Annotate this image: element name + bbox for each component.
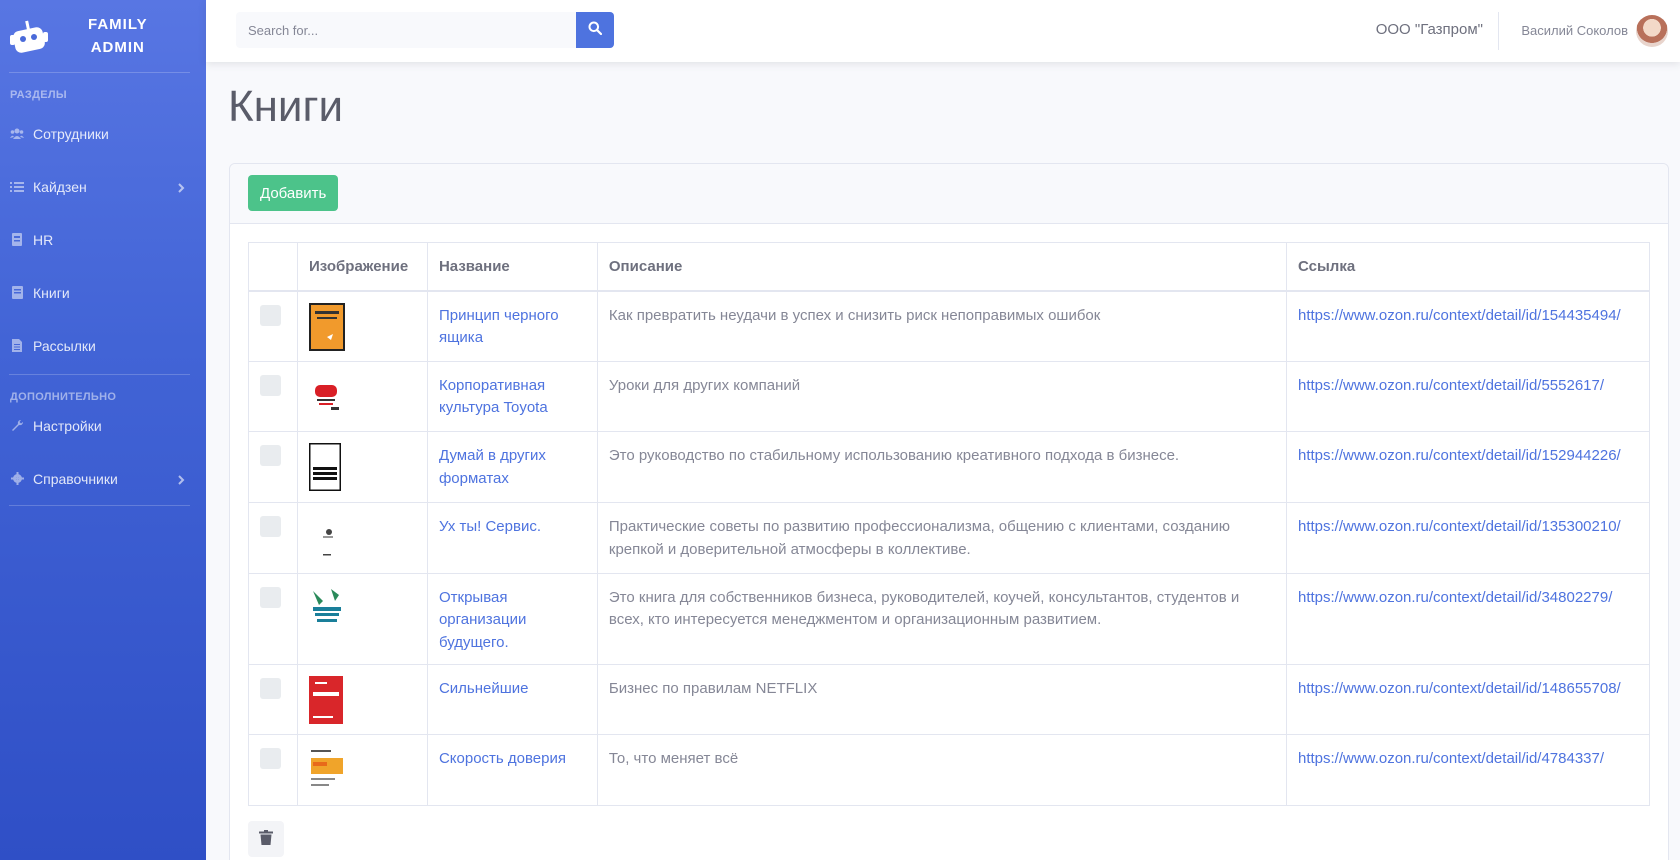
sidebar-item-settings[interactable]: Настройки: [0, 399, 206, 452]
chevron-right-icon: [175, 473, 187, 485]
topbar-divider: [1498, 12, 1499, 50]
column-header-title: Название: [426, 242, 598, 292]
book-description: Это книга для собственников бизнеса, рук…: [596, 572, 1288, 665]
users-icon: [10, 127, 24, 141]
sidebar-item-label: Справочники: [33, 470, 118, 487]
sidebar-item-label: HR: [33, 231, 54, 248]
book-url-link[interactable]: https://www.ozon.ru/context/detail/id/47…: [1298, 750, 1604, 767]
file-icon: [10, 339, 24, 353]
row-checkbox[interactable]: [260, 516, 281, 538]
book-url-link[interactable]: https://www.ozon.ru/context/detail/id/15…: [1298, 447, 1621, 464]
table-header-row: Изображение Название Описание Ссылка: [248, 242, 1650, 292]
book-cover-image[interactable]: [308, 302, 416, 351]
book-cover-image[interactable]: [308, 514, 416, 563]
column-header-link: Ссылка: [1286, 242, 1650, 292]
row-checkbox[interactable]: [260, 304, 281, 326]
table-row: Думай в других форматах Это руководство …: [248, 431, 1650, 504]
table-row: Корпоративная культура Toyota Уроки для …: [248, 360, 1650, 433]
row-checkbox[interactable]: [260, 748, 281, 770]
table-row: Открывая организации будущего. Это книга…: [248, 572, 1650, 665]
sidebar-item-hr[interactable]: HR: [0, 213, 206, 266]
sidebar-item-label: Настройки: [33, 417, 102, 434]
brand-line-2: ADMIN: [90, 39, 145, 56]
wrench-icon: [10, 419, 24, 433]
book-url-link[interactable]: https://www.ozon.ru/context/detail/id/13…: [1298, 518, 1621, 535]
add-button[interactable]: Добавить: [248, 175, 339, 211]
topbar: ООО "Газпром" Василий Соколов: [206, 0, 1680, 62]
table-row: Сильнейшие Бизнес по правилам NETFLIX ht…: [248, 663, 1650, 736]
book-title-link[interactable]: Сильнейшие: [439, 680, 529, 697]
trash-icon: [259, 829, 273, 849]
book-description: Практические советы по развитию професси…: [596, 502, 1288, 574]
book-description: Как превратить неудачи в успех и снизить…: [596, 290, 1288, 362]
sidebar-item-label: Рассылки: [33, 337, 96, 354]
page-title: Книги: [228, 82, 344, 131]
search-input[interactable]: [236, 12, 576, 48]
brand[interactable]: FAMILY ADMIN: [0, 0, 206, 72]
search-icon: [588, 21, 603, 39]
sidebar-heading-sections: РАЗДЕЛЫ: [10, 89, 67, 101]
sidebar-item-kaizen[interactable]: Кайдзен: [0, 160, 206, 213]
table-row: Скорость доверия То, что меняет всё http…: [248, 734, 1650, 807]
book-cover-image[interactable]: [308, 746, 416, 795]
book-url-link[interactable]: https://www.ozon.ru/context/detail/id/55…: [1298, 377, 1604, 394]
book-cover-image[interactable]: [308, 372, 416, 421]
company-name[interactable]: ООО "Газпром": [1376, 21, 1483, 38]
sidebar-item-employees[interactable]: Сотрудники: [0, 107, 206, 160]
book-title-link[interactable]: Принцип черного ящика: [439, 307, 559, 347]
avatar[interactable]: [1636, 15, 1668, 47]
delete-button[interactable]: [248, 821, 284, 857]
row-checkbox[interactable]: [260, 586, 281, 608]
id-card-icon: [10, 233, 24, 247]
book-icon: [10, 286, 24, 300]
book-title-link[interactable]: Ух ты! Сервис.: [439, 518, 541, 535]
robot-icon: [10, 17, 48, 55]
list-icon: [10, 180, 24, 194]
book-description: Бизнес по правилам NETFLIX: [596, 663, 1288, 736]
book-cover-image[interactable]: [308, 675, 416, 724]
book-cover-image[interactable]: [308, 443, 416, 492]
table-row: Ух ты! Сервис. Практические советы по ра…: [248, 502, 1650, 574]
row-checkbox[interactable]: [260, 374, 281, 396]
book-title-link[interactable]: Думай в других форматах: [439, 447, 546, 487]
book-url-link[interactable]: https://www.ozon.ru/context/detail/id/14…: [1298, 680, 1621, 697]
book-title-link[interactable]: Корпоративная культура Toyota: [439, 377, 548, 417]
sidebar-item-directories[interactable]: Справочники: [0, 452, 206, 505]
book-url-link[interactable]: https://www.ozon.ru/context/detail/id/34…: [1298, 589, 1612, 606]
column-header-description: Описание: [596, 242, 1288, 292]
sidebar-divider: [9, 505, 190, 506]
books-table: Изображение Название Описание Ссылка При…: [248, 242, 1650, 807]
user-name[interactable]: Василий Соколов: [1521, 23, 1628, 38]
sidebar-item-books[interactable]: Книги: [0, 266, 206, 319]
book-url-link[interactable]: https://www.ozon.ru/context/detail/id/15…: [1298, 307, 1621, 324]
sidebar-item-mailings[interactable]: Рассылки: [0, 319, 206, 372]
book-title-link[interactable]: Открывая организации будущего.: [439, 589, 526, 651]
row-checkbox[interactable]: [260, 677, 281, 699]
chevron-right-icon: [175, 181, 187, 193]
book-description: Уроки для других компаний: [596, 360, 1288, 433]
book-cover-image[interactable]: [308, 584, 416, 633]
brand-line-1: FAMILY: [88, 16, 148, 33]
brand-text: FAMILY ADMIN: [88, 13, 148, 59]
column-header-image: Изображение: [296, 242, 428, 292]
card-header: Добавить: [230, 164, 1668, 224]
table-row: Принцип черного ящика Как превратить неу…: [248, 290, 1650, 362]
book-description: То, что меняет всё: [596, 734, 1288, 807]
sidebar-item-label: Сотрудники: [33, 125, 109, 142]
cog-icon: [10, 472, 24, 486]
row-checkbox[interactable]: [260, 445, 281, 467]
books-card: Добавить Изображение Название Описание С…: [229, 163, 1669, 860]
book-description: Это руководство по стабильному использов…: [596, 431, 1288, 504]
column-header-select: [248, 242, 298, 292]
sidebar: FAMILY ADMIN РАЗДЕЛЫ Сотрудники Кайдзен …: [0, 0, 206, 860]
sidebar-item-label: Кайдзен: [33, 178, 87, 195]
search-button[interactable]: [576, 12, 614, 48]
sidebar-item-label: Книги: [33, 284, 70, 301]
book-title-link[interactable]: Скорость доверия: [439, 750, 566, 767]
